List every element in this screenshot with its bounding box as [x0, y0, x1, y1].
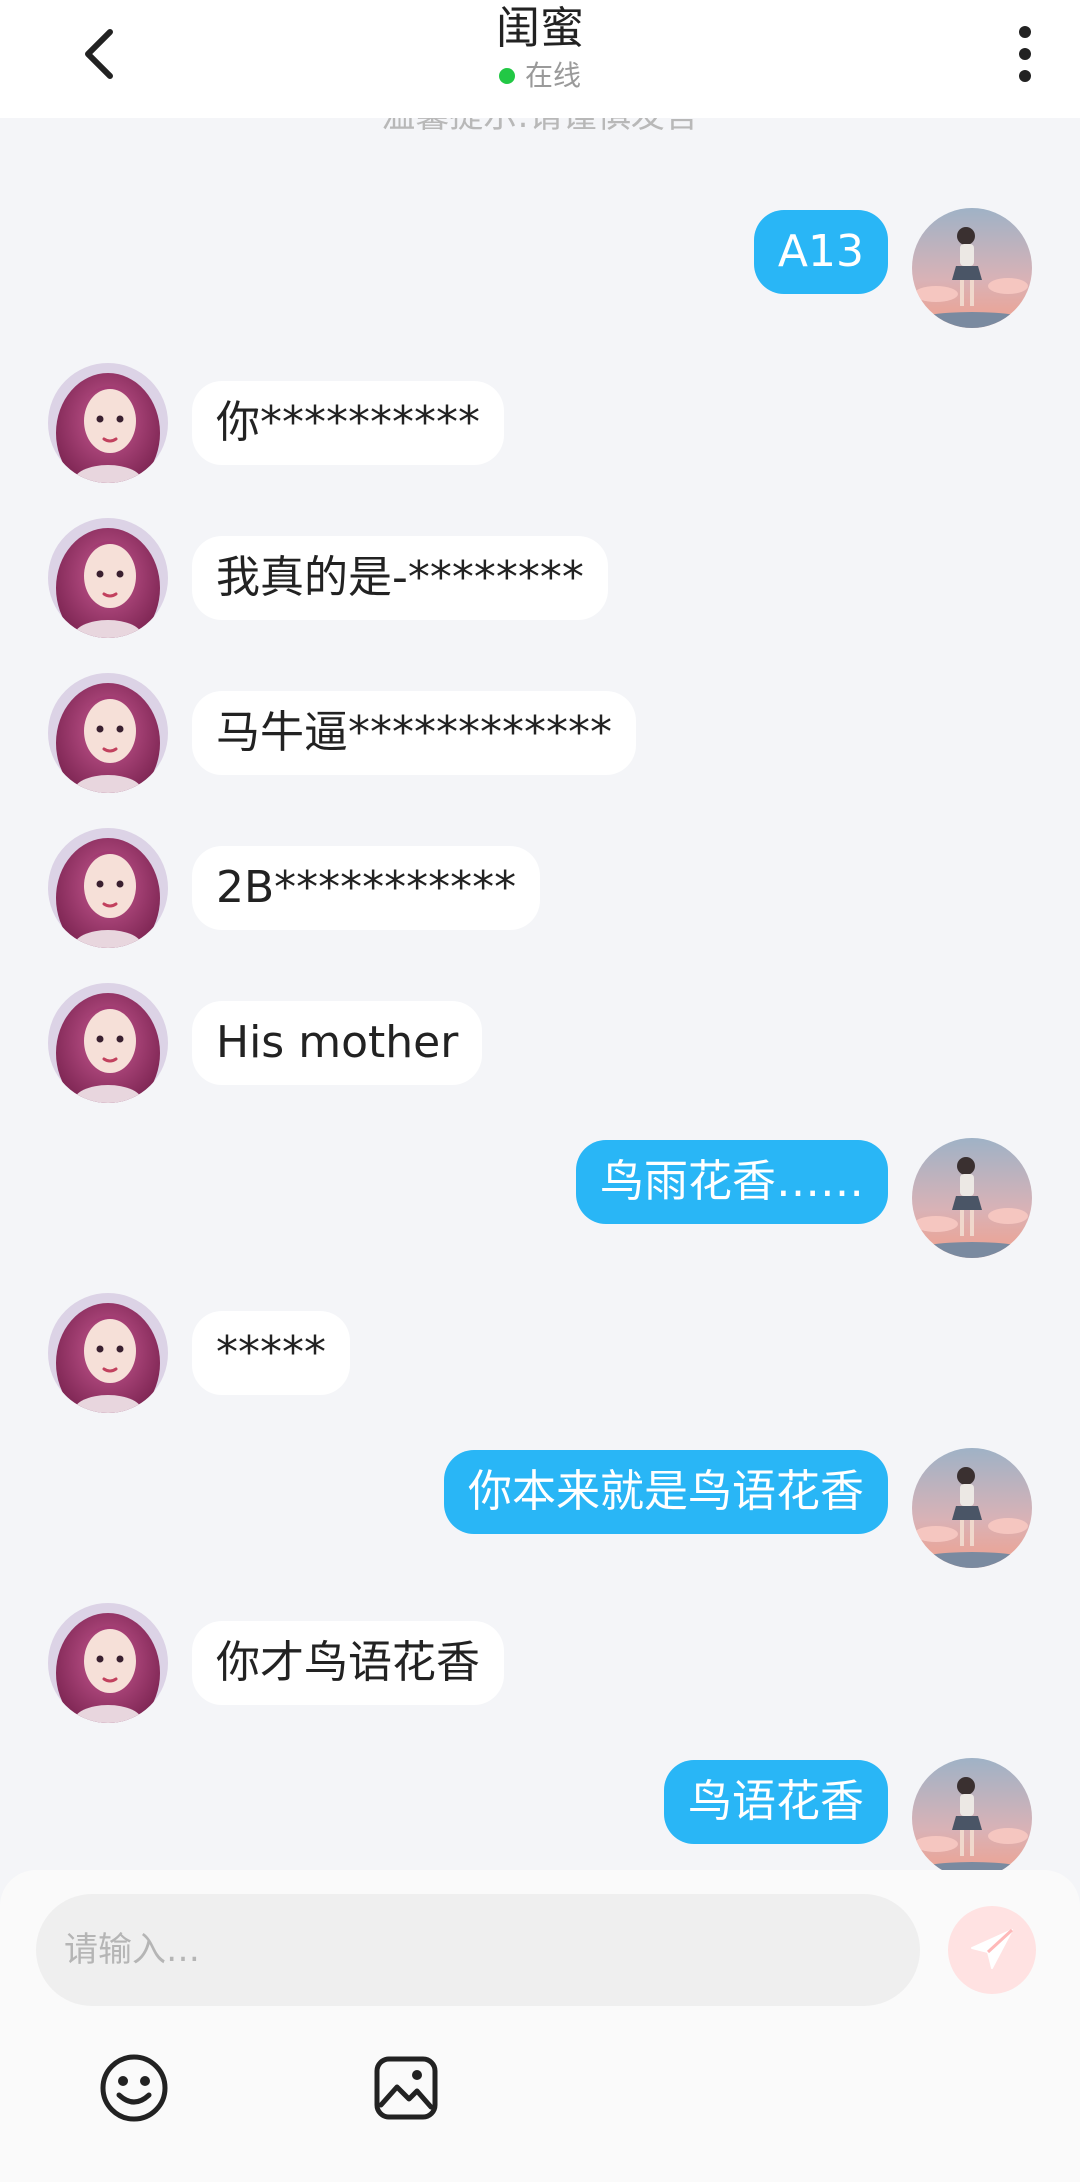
incoming-message-row: 你********** — [0, 363, 1080, 487]
more-options-button[interactable] — [990, 14, 1060, 94]
paper-plane-icon — [971, 1928, 1014, 1969]
incoming-message-bubble[interactable]: 马牛逼************ — [192, 691, 636, 775]
image-button[interactable] — [366, 2048, 446, 2128]
contact-avatar[interactable] — [48, 1293, 168, 1413]
my-avatar[interactable] — [912, 1448, 1032, 1568]
my-avatar[interactable] — [912, 1758, 1032, 1870]
composer: 请输入… — [0, 1870, 1080, 2182]
chat-title: 闺蜜 — [496, 3, 584, 54]
incoming-message-bubble[interactable]: ***** — [192, 1311, 350, 1395]
chat-title-area: 闺蜜 在线 — [0, 0, 1080, 96]
online-status-label: 在线 — [524, 59, 581, 92]
outgoing-message-bubble[interactable]: 你本来就是鸟语花香 — [444, 1450, 888, 1534]
incoming-message-row: 马牛逼************ — [0, 673, 1080, 797]
contact-avatar[interactable] — [48, 828, 168, 948]
incoming-message-row: 2B*********** — [0, 828, 1080, 952]
my-avatar[interactable] — [912, 1138, 1032, 1258]
incoming-message-bubble[interactable]: 你********** — [192, 381, 504, 465]
image-icon — [374, 2056, 438, 2120]
contact-avatar[interactable] — [48, 363, 168, 483]
outgoing-message-bubble[interactable]: 鸟雨花香…… — [576, 1140, 888, 1224]
outgoing-message-bubble[interactable]: A13 — [753, 210, 888, 294]
outgoing-message-row: 鸟雨花香…… — [0, 1138, 1080, 1262]
incoming-message-bubble[interactable]: 2B*********** — [192, 846, 541, 930]
send-button[interactable] — [948, 1906, 1036, 1994]
contact-avatar[interactable] — [48, 1603, 168, 1723]
message-list[interactable]: A13 你********** 我真的是-******** 马牛逼*******… — [0, 118, 1080, 1870]
emoji-button[interactable] — [94, 2048, 174, 2128]
contact-avatar[interactable] — [48, 983, 168, 1103]
my-avatar[interactable] — [912, 208, 1032, 328]
message-input[interactable]: 请输入… — [36, 1894, 920, 2006]
chat-header: 闺蜜 在线 — [0, 0, 1080, 118]
more-vertical-icon — [1019, 26, 1031, 82]
contact-avatar[interactable] — [48, 518, 168, 638]
incoming-message-bubble[interactable]: His mother — [192, 1001, 483, 1085]
outgoing-message-bubble[interactable]: 鸟语花香 — [664, 1760, 888, 1844]
incoming-message-row: His mother — [0, 983, 1080, 1107]
outgoing-message-row: 你本来就是鸟语花香 — [0, 1448, 1080, 1572]
incoming-message-row: 你才鸟语花香 — [0, 1603, 1080, 1727]
incoming-message-bubble[interactable]: 我真的是-******** — [192, 536, 608, 620]
online-dot-icon — [498, 68, 515, 84]
contact-avatar[interactable] — [48, 673, 168, 793]
incoming-message-row: ***** — [0, 1293, 1080, 1417]
incoming-message-bubble[interactable]: 你才鸟语花香 — [192, 1621, 504, 1705]
online-status: 在线 — [0, 56, 1080, 96]
outgoing-message-row: 鸟语花香 — [0, 1758, 1080, 1870]
incoming-message-row: 我真的是-******** — [0, 518, 1080, 642]
outgoing-message-row: A13 — [0, 208, 1080, 332]
smiley-icon — [100, 2054, 168, 2122]
